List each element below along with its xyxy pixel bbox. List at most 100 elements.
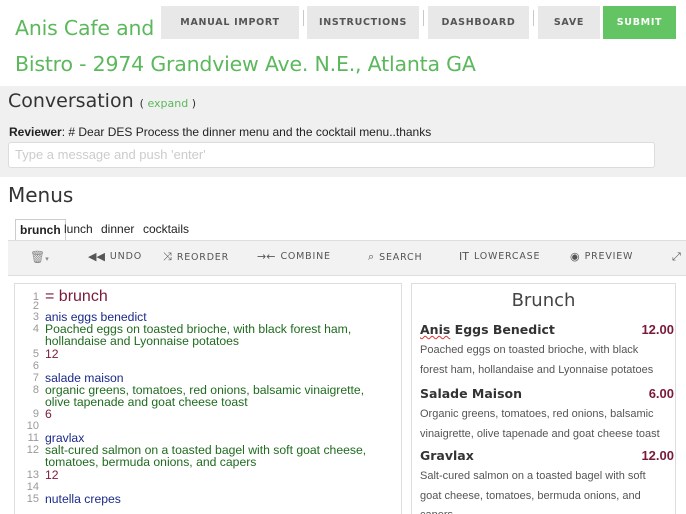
expand-arrows-icon: ⤢ bbox=[672, 250, 681, 263]
line-code: gravlax bbox=[45, 431, 85, 445]
spellcheck-word: Anis bbox=[420, 322, 451, 337]
preview-item: Salade Maison 6.00 Organic greens, tomat… bbox=[420, 386, 674, 444]
editor-line: 14 bbox=[15, 481, 401, 493]
combine-icon: →← bbox=[257, 250, 276, 263]
editor-line: 8 organic greens, tomatoes, red onions, b… bbox=[15, 383, 401, 397]
trash-icon: 🗑 bbox=[30, 250, 46, 264]
line-number: 14 bbox=[26, 481, 39, 493]
editor-line: olive tapenade and goat cheese toast bbox=[15, 395, 401, 409]
text-height-icon: IT bbox=[459, 250, 469, 263]
caret-down-icon: ▾ bbox=[45, 256, 49, 263]
lowercase-label: LOWERCASE bbox=[473, 251, 541, 262]
editor-line: 7 salade maison bbox=[15, 371, 401, 385]
undo-icon: ◀◀ bbox=[88, 250, 105, 263]
search-button[interactable]: ⌕ SEARCH bbox=[368, 250, 422, 264]
line-number: 8 bbox=[32, 384, 39, 396]
editor-line: tomatoes, bermuda onions, and capers bbox=[15, 455, 401, 469]
line-code: hollandaise and Lyonnaise potatoes bbox=[45, 334, 240, 348]
line-number: 12 bbox=[26, 444, 39, 456]
editor-line: hollandaise and Lyonnaise potatoes bbox=[15, 334, 401, 348]
eye-icon: ◉ bbox=[570, 250, 580, 263]
line-code: salt-cured salmon on a toasted bagel wit… bbox=[45, 443, 367, 457]
line-code: organic greens, tomatoes, red onions, ba… bbox=[45, 383, 365, 397]
line-number: 13 bbox=[26, 469, 39, 481]
preview-item-name: Anis Eggs Benedict bbox=[420, 322, 555, 337]
instructions-button[interactable]: INSTRUCTIONS bbox=[307, 6, 419, 39]
line-number: 3 bbox=[32, 311, 39, 323]
preview-item: Gravlax 12.00 Salt-cured salmon on a toa… bbox=[420, 448, 674, 514]
conversation-panel: Conversation ( expand ) Reviewer: # Dear… bbox=[0, 86, 686, 177]
reviewer-message: Reviewer: # Dear DES Process the dinner … bbox=[9, 125, 431, 139]
lowercase-button[interactable]: IT LOWERCASE bbox=[459, 250, 540, 263]
conversation-heading: Conversation ( expand ) bbox=[8, 90, 196, 112]
line-number: 2 bbox=[32, 300, 39, 312]
line-code: salade maison bbox=[45, 371, 124, 385]
button-divider bbox=[303, 10, 304, 26]
undo-label: UNDO bbox=[109, 251, 142, 262]
line-number: 7 bbox=[32, 372, 39, 384]
editor-line: 5 12 bbox=[15, 347, 401, 361]
tab-cocktails[interactable]: cocktails bbox=[139, 219, 193, 241]
save-button[interactable]: SAVE bbox=[538, 6, 600, 39]
line-code: anis eggs benedict bbox=[45, 310, 147, 324]
line-number: 11 bbox=[27, 432, 39, 444]
line-number: 10 bbox=[26, 420, 39, 432]
trash-dropdown[interactable]: 🗑▾ bbox=[30, 250, 60, 268]
tab-lunch[interactable]: lunch bbox=[60, 219, 97, 241]
manual-import-button[interactable]: MANUAL IMPORT bbox=[161, 6, 299, 39]
line-code: Poached eggs on toasted brioche, with bl… bbox=[45, 322, 352, 336]
line-code: tomatoes, bermuda onions, and capers bbox=[45, 455, 257, 469]
search-label: SEARCH bbox=[379, 251, 423, 263]
editor-toolbar: 🗑▾ ◀◀ UNDO ⤨ REORDER →← COMBINE ⌕ SEARCH IT L… bbox=[8, 240, 686, 276]
editor-line: 10 bbox=[15, 420, 401, 432]
line-number: 5 bbox=[32, 348, 39, 360]
line-code: 12 bbox=[45, 468, 59, 482]
line-number: 6 bbox=[32, 360, 39, 372]
editor-line: 3 anis eggs benedict bbox=[15, 310, 401, 324]
menus-heading: Menus bbox=[8, 183, 74, 207]
expand-link[interactable]: expand bbox=[147, 97, 188, 110]
tab-dinner[interactable]: dinner bbox=[97, 219, 138, 241]
preview-item-desc: Poached eggs on toasted brioche, with bl… bbox=[420, 344, 654, 376]
editor-line: 15 nutella crepes bbox=[15, 492, 401, 506]
editor-line: 11 gravlax bbox=[15, 431, 401, 445]
search-icon: ⌕ bbox=[368, 250, 375, 263]
menu-preview-panel: Brunch Anis Eggs Benedict 12.00 Poached … bbox=[411, 283, 676, 514]
expand-icon-button[interactable]: ⤢ bbox=[672, 250, 681, 264]
reviewer-label: Reviewer bbox=[9, 125, 62, 139]
line-code: olive tapenade and goat cheese toast bbox=[45, 395, 248, 409]
preview-button[interactable]: ◉ PREVIEW bbox=[570, 250, 633, 263]
preview-item-price: 6.00 bbox=[648, 386, 674, 401]
tab-brunch[interactable]: brunch bbox=[15, 219, 66, 241]
shuffle-icon: ⤨ bbox=[163, 250, 172, 263]
line-number: 4 bbox=[32, 323, 39, 335]
reorder-label: REORDER bbox=[176, 251, 230, 263]
editor-line: 4 Poached eggs on toasted brioche, with b… bbox=[15, 322, 401, 336]
restaurant-title-line1: Anis Cafe and bbox=[15, 16, 155, 40]
editor-line: 13 12 bbox=[15, 468, 401, 482]
preview-item-price: 12.00 bbox=[641, 448, 674, 463]
combine-button[interactable]: →← COMBINE bbox=[257, 250, 331, 263]
preview-item-desc: Organic greens, tomatoes, red onions, ba… bbox=[420, 408, 660, 440]
dashboard-button[interactable]: DASHBOARD bbox=[428, 6, 529, 39]
line-number: 9 bbox=[32, 408, 39, 420]
line-code: nutella crepes bbox=[45, 492, 121, 506]
preview-item: Anis Eggs Benedict 12.00 Poached eggs on… bbox=[420, 322, 674, 380]
line-code: 12 bbox=[45, 347, 59, 361]
undo-button[interactable]: ◀◀ UNDO bbox=[88, 250, 142, 263]
combine-label: COMBINE bbox=[280, 251, 331, 262]
editor-line: 6 bbox=[15, 360, 401, 372]
message-input[interactable]: Type a message and push 'enter' bbox=[8, 142, 655, 168]
editor-line: 12 salt-cured salmon on a toasted bagel w… bbox=[15, 443, 401, 457]
preview-menu-title: Brunch bbox=[511, 290, 576, 311]
reorder-button[interactable]: ⤨ REORDER bbox=[163, 250, 229, 264]
preview-item-price: 12.00 bbox=[641, 322, 674, 337]
preview-item-name: Gravlax bbox=[420, 448, 474, 463]
submit-button[interactable]: SUBMIT bbox=[603, 6, 676, 39]
reviewer-message-text: : # Dear DES Process the dinner menu and… bbox=[61, 125, 432, 139]
preview-item-name: Salade Maison bbox=[420, 386, 523, 401]
menu-code-editor[interactable]: 1 = brunch 2 3 anis eggs benedict 4 Poached… bbox=[14, 283, 402, 514]
restaurant-title-line2: Bistro - 2974 Grandview Ave. N.E., Atlan… bbox=[15, 52, 476, 76]
editor-line: 96 bbox=[15, 408, 401, 420]
conversation-heading-text: Conversation bbox=[8, 90, 134, 112]
